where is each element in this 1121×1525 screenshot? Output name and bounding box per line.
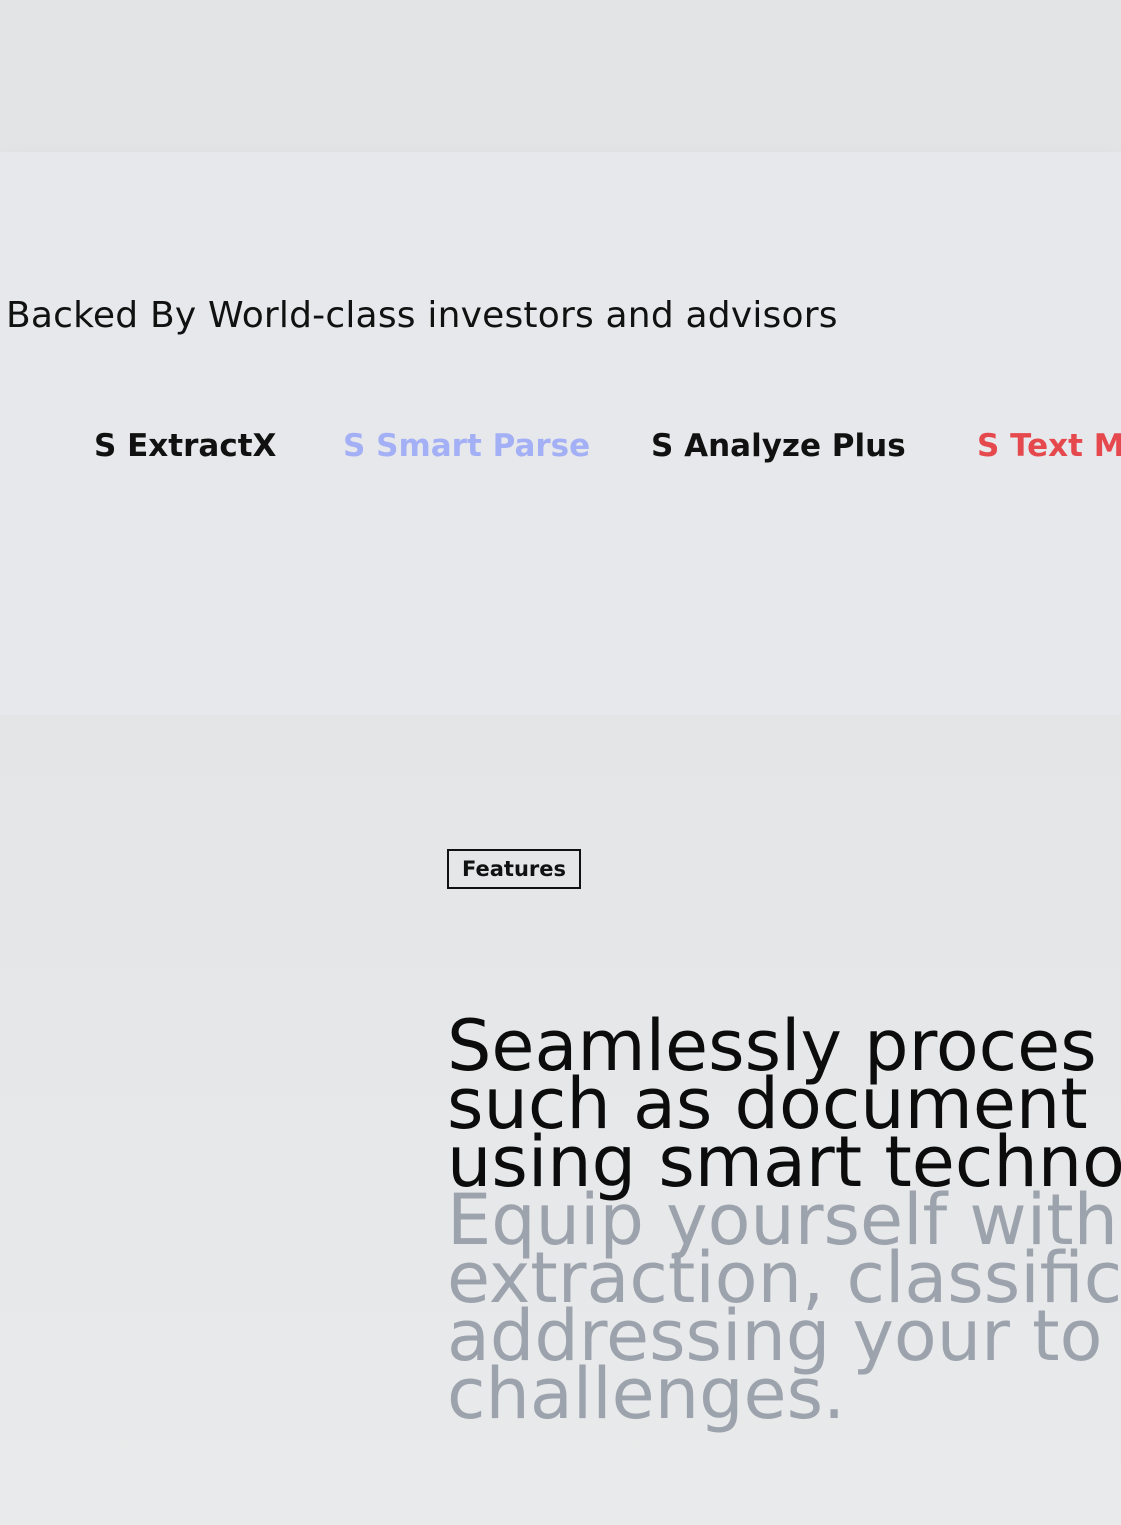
investors-section: Backed By World-class investors and advi…: [0, 152, 1121, 715]
features-section: Features Seamlessly proces such as docum…: [0, 715, 1121, 1525]
investors-heading: Backed By World-class investors and advi…: [6, 295, 838, 336]
logo-text-mi: S Text Mi: [977, 428, 1121, 464]
features-text: Seamlessly proces such as document using…: [447, 1011, 1121, 1429]
top-band: [0, 0, 1121, 152]
logo-smart-parse: S Smart Parse: [343, 428, 591, 464]
logo-analyze-plus: S Analyze Plus: [651, 428, 906, 464]
logo-extractx: S ExtractX: [94, 428, 277, 464]
features-badge: Features: [447, 849, 581, 889]
